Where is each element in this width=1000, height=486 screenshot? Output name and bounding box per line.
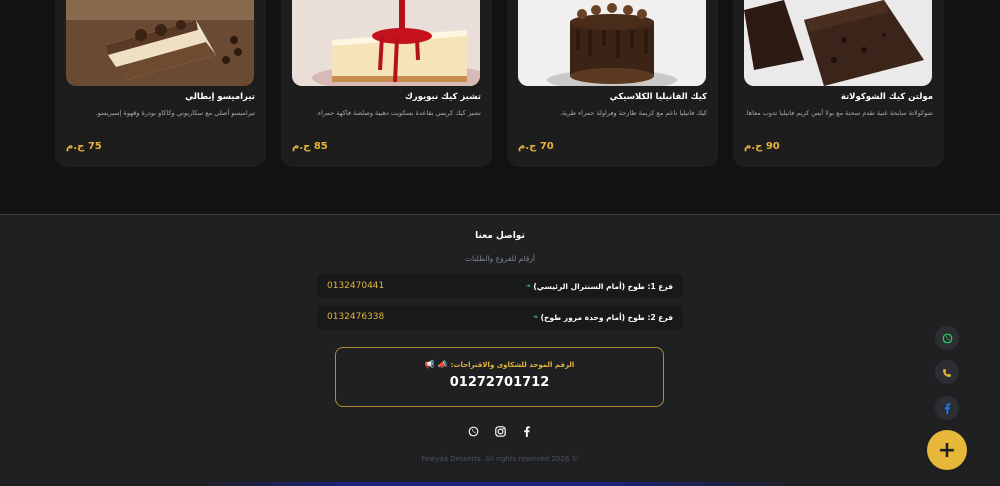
branch-phone[interactable]: 0132470441	[327, 281, 384, 291]
facebook-icon	[944, 399, 951, 418]
hotline-box: الرقم الموحد للشكاوى والاقتراحات: 📣 📢 01…	[335, 347, 664, 407]
phone-icon	[942, 363, 952, 382]
product-name: كيك الفانيليا الكلاسيكي	[609, 92, 707, 102]
bottom-strip	[0, 482, 1000, 486]
whatsapp-icon[interactable]	[466, 424, 480, 438]
product-name: تيراميسو إيطالي	[185, 92, 255, 102]
speaker-icon: 📢	[424, 360, 435, 369]
products-section: تيراميسو إيطالي تيراميسو أصلي مع سكاربون…	[0, 0, 1000, 214]
facebook-float-button[interactable]	[935, 396, 959, 420]
leaf-icon: ❧	[525, 282, 532, 290]
product-card[interactable]: تشيز كيك نيويورك تشيز كيك كريمي بقاعدة ب…	[281, 0, 492, 167]
branch-label: فرع 2: طوخ (أمام وحدة مرور طوخ)	[540, 312, 673, 322]
leaf-icon: ❧	[532, 313, 539, 321]
product-description: شوكولاتة سايحة غنية تقدم سخنة مع بولا آي…	[744, 109, 933, 117]
hotline-title: الرقم الموحد للشكاوى والاقتراحات:	[450, 360, 575, 369]
instagram-icon[interactable]	[493, 424, 507, 438]
section-divider	[0, 214, 1000, 215]
social-links	[466, 424, 534, 438]
product-name: تشيز كيك نيويورك	[404, 92, 481, 102]
whatsapp-icon	[942, 329, 953, 348]
product-card[interactable]: تيراميسو إيطالي تيراميسو أصلي مع سكاربون…	[55, 0, 266, 167]
product-description: كيك فانيليا ناعم مع كريمة طازجة وفراولة …	[559, 109, 707, 117]
product-price: 85 ج.م	[292, 141, 328, 152]
branch-phone[interactable]: 0132476338	[327, 312, 384, 322]
branch-row[interactable]: فرع 2: طوخ (أمام وحدة مرور طوخ) ❧ 013247…	[317, 305, 683, 329]
product-price: 70 ج.م	[518, 141, 554, 152]
megaphone-icon: 📣	[437, 360, 448, 369]
product-card[interactable]: كيك الفانيليا الكلاسيكي كيك فانيليا ناعم…	[507, 0, 718, 167]
branch-label-wrap: فرع 1: طوخ (أمام السنترال الرئيسي) ❧	[526, 282, 673, 291]
product-name: مولتن كيك الشوكولاتة	[840, 92, 933, 102]
product-card[interactable]: مولتن كيك الشوكولاتة شوكولاتة سايحة غنية…	[733, 0, 944, 167]
product-image-cheesecake	[292, 0, 480, 86]
product-price: 90 ج.م	[744, 141, 780, 152]
product-description: تيراميسو أصلي مع سكاربوني وكاكاو بودرة و…	[95, 109, 255, 117]
copyright-text: Fewyda Desserts. All rights reserved 202…	[421, 455, 579, 463]
contact-subtitle: أرقام للفروع والطلبات	[464, 254, 536, 263]
product-image-classic-cake	[518, 0, 706, 86]
branch-label: فرع 1: طوخ (أمام السنترال الرئيسي)	[533, 281, 673, 291]
branch-row[interactable]: فرع 1: طوخ (أمام السنترال الرئيسي) ❧ 013…	[317, 274, 683, 298]
branch-label-wrap: فرع 2: طوخ (أمام وحدة مرور طوخ) ❧	[533, 313, 673, 322]
call-float-button[interactable]	[935, 360, 959, 384]
facebook-icon[interactable]	[520, 424, 534, 438]
product-description: تشيز كيك كريمي بقاعدة بسكويت ذهبية وصلصة…	[315, 109, 481, 117]
hotline-number[interactable]: 01272701712	[336, 375, 663, 390]
product-image-tiramisu	[66, 0, 254, 86]
whatsapp-float-button[interactable]	[935, 326, 959, 350]
contact-title: تواصل معنا	[475, 231, 525, 241]
product-price: 75 ج.م	[66, 141, 102, 152]
add-fab-button[interactable]: +	[927, 430, 967, 470]
hotline-title-row: الرقم الموحد للشكاوى والاقتراحات: 📣 📢	[336, 360, 663, 369]
product-image-molten-cake	[744, 0, 932, 86]
